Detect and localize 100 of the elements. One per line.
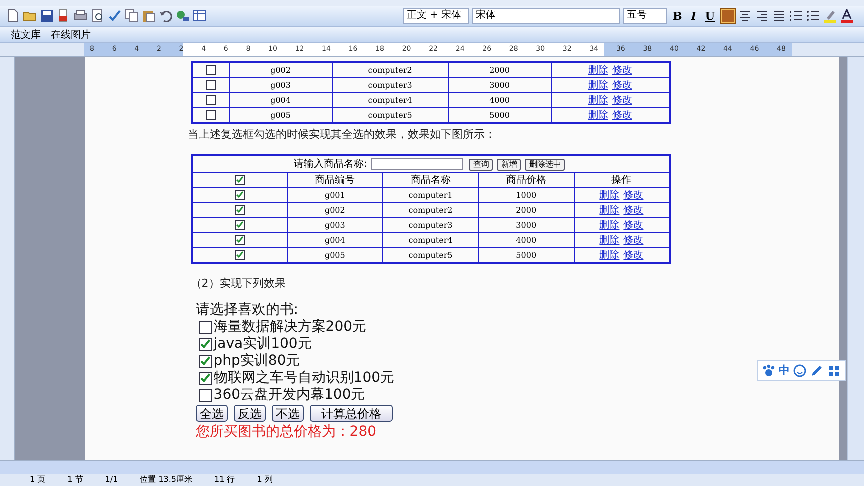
search-label: 请输入商品名称: [294,159,368,170]
table-cell: computer3 [332,78,448,92]
action-link[interactable]: 修改 [612,65,632,76]
checkbox[interactable] [234,205,245,215]
form-button[interactable]: 查询 [469,158,494,170]
status-text: 位置 13.5厘米 [140,474,193,486]
table-cell: g003 [229,78,332,92]
table-cell: g002 [287,202,383,218]
paste-icon[interactable] [142,9,156,23]
form-button[interactable]: 全选 [196,405,228,422]
status-text: 1 节 [68,474,84,486]
checkbox[interactable] [198,321,212,334]
table-cell: 4000 [478,232,574,248]
font-size-dropdown[interactable]: 五号 [622,8,667,24]
action-link[interactable]: 修改 [624,190,644,201]
table-cell: 2000 [448,62,552,78]
checkbox[interactable] [206,95,216,105]
search-field[interactable] [371,158,464,170]
checkbox[interactable] [234,250,245,260]
align-center-icon[interactable] [738,9,752,23]
status-text: 11 行 [214,474,236,486]
copy-icon[interactable] [125,9,139,23]
paw-icon[interactable] [762,364,776,378]
table-cell: 3000 [448,78,552,92]
new-document-icon[interactable] [6,9,20,23]
action-link[interactable]: 删除 [588,80,608,91]
action-link[interactable]: 删除 [600,205,620,216]
checkbox-label: 海量数据解决方案200元 [214,319,367,336]
checkbox[interactable] [198,338,212,351]
table-cell: g004 [287,232,383,248]
checkbox[interactable] [206,65,216,75]
form-button[interactable]: 新增 [497,158,522,170]
numbered-list-icon[interactable] [789,9,803,23]
smiley-icon[interactable] [793,364,807,378]
checkbox-label: php实训80元 [214,353,300,370]
font-color-icon[interactable] [840,9,854,23]
form-button[interactable]: 删除选中 [525,158,566,170]
save-icon[interactable] [40,9,54,23]
bullet-list-icon[interactable] [806,9,820,23]
status-text: 1/1 [105,474,118,486]
grid-icon[interactable] [827,364,841,378]
style-dropdown[interactable]: 正文 + 宋体 [402,8,469,24]
table-cell: computer2 [382,202,479,218]
table-cell: computer1 [382,188,479,202]
checkbox[interactable] [198,389,212,402]
action-link[interactable]: 修改 [624,235,644,246]
select-all-checkbox[interactable] [234,174,245,185]
table-cell: computer2 [332,62,448,78]
form-button[interactable]: 计算总价格 [310,405,393,422]
font-dropdown[interactable]: 宋体 [472,8,620,24]
checkbox[interactable] [198,355,212,368]
format-button[interactable]: I [688,10,700,22]
format-button[interactable]: U [702,10,718,22]
table-cell: computer3 [382,218,479,232]
print-icon[interactable] [74,9,88,23]
table-cell: g003 [287,218,383,232]
action-link[interactable]: 删除 [600,220,620,231]
justify-icon[interactable] [772,9,786,23]
horizontal-scrollbar[interactable] [0,460,864,474]
form-button[interactable]: 不选 [272,405,304,422]
column-header: 商品价格 [478,172,574,188]
action-link[interactable]: 删除 [588,65,608,76]
checkbox[interactable] [234,220,245,230]
table-cell: 4000 [448,92,552,108]
action-link[interactable]: 修改 [624,220,644,231]
table-cell: g002 [229,62,332,78]
toolbar-button[interactable]: 范文库 [8,28,44,42]
table-cell: computer4 [332,92,448,108]
format-button[interactable]: B [670,10,686,22]
pencil-icon[interactable] [810,364,824,378]
checkbox[interactable] [234,190,245,200]
action-link[interactable]: 删除 [600,235,620,246]
paragraph: 当上述复选框勾选的时候实现其全选的效果，效果如下图所示： [188,127,497,142]
checkbox[interactable] [198,372,212,385]
print-preview-icon[interactable] [91,9,105,23]
action-link[interactable]: 删除 [600,250,620,261]
checkbox[interactable] [206,80,216,90]
toolbar-button[interactable]: 在线图片 [48,28,94,42]
spelling-icon[interactable] [108,9,122,23]
table-cell: 1000 [478,188,574,202]
action-link[interactable]: 修改 [624,205,644,216]
table-cell: 3000 [478,218,574,232]
table-icon[interactable] [193,9,207,23]
action-link[interactable]: 修改 [624,250,644,261]
column-header: 商品编号 [287,172,383,188]
action-link[interactable]: 删除 [588,110,608,121]
action-link[interactable]: 修改 [612,110,632,121]
undo-icon[interactable] [159,9,173,23]
checkbox-label: 360云盘开发内幕100元 [214,387,366,404]
column-header: 操作 [574,172,670,188]
align-right-icon[interactable] [755,9,769,23]
status-text: 1 列 [257,474,273,486]
checkbox[interactable] [234,235,245,245]
action-link[interactable]: 删除 [600,190,620,201]
input-mode-toggle[interactable]: 中 [779,363,790,378]
form-button[interactable]: 反选 [234,405,266,422]
checkbox[interactable] [206,110,216,120]
action-link[interactable]: 修改 [612,95,632,106]
action-link[interactable]: 修改 [612,80,632,91]
action-link[interactable]: 删除 [588,95,608,106]
